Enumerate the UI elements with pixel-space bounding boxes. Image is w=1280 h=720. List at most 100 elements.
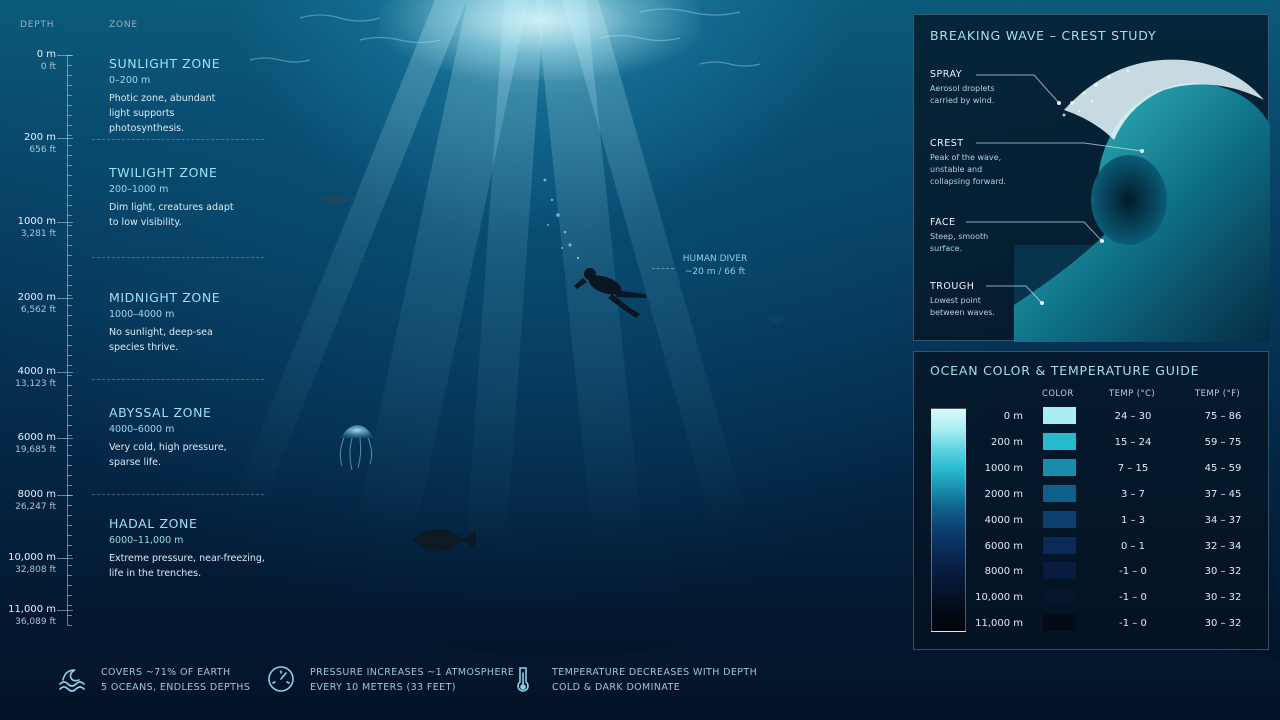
ruler-tick [67, 535, 72, 536]
ruler-tick [67, 215, 72, 216]
color-swatch [1043, 432, 1076, 450]
wave-part-trough: TROUGH Lowest point between waves. [930, 281, 995, 317]
ruler-tick [67, 505, 72, 506]
row-temp-f: 32 – 34 [1204, 540, 1242, 552]
color-swatch [1043, 510, 1076, 528]
diver-label-depth: ~20 m / 66 ft [684, 267, 746, 277]
color-guide-row: 8000 m -1 – 0 30 – 32 [913, 560, 1269, 586]
ruler-tick [67, 435, 72, 436]
ruler-tick [67, 445, 72, 446]
ruler-major-tick [57, 495, 73, 496]
stat-line: TEMPERATURE DECREASES WITH DEPTH [552, 667, 758, 678]
color-guide-row: 1000 m 7 – 15 45 – 59 [913, 457, 1269, 483]
ruler-tick [67, 565, 72, 566]
zone-range: 4000–6000 m [109, 424, 175, 435]
depth-label: 4000 m 13,123 ft [15, 366, 56, 389]
ruler-tick [67, 335, 72, 336]
ruler-major-tick [57, 55, 73, 56]
ruler-tick [67, 455, 72, 456]
row-temp-c: 24 – 30 [1114, 411, 1152, 422]
ruler-tick [67, 275, 72, 276]
depth-label: 2000 m 6,562 ft [17, 292, 56, 315]
zone-description: Very cold, high pressure, sparse life. [109, 442, 227, 468]
ruler-tick [67, 465, 72, 466]
ruler-major-tick [57, 558, 73, 559]
zone-description: Dim light, creatures adapt to low visibi… [109, 202, 234, 228]
ruler-tick [67, 125, 72, 126]
ruler-major-tick [57, 372, 73, 373]
ruler-tick [67, 305, 72, 306]
row-temp-f: 75 – 86 [1204, 411, 1242, 422]
row-temp-f: 34 – 37 [1204, 514, 1242, 526]
row-depth: 10,000 m [975, 592, 1023, 604]
depth-label: 10,000 m 32,808 ft [8, 552, 56, 575]
ruler-tick [67, 555, 72, 556]
row-temp-c: 3 – 7 [1120, 488, 1146, 500]
ruler-tick [67, 225, 72, 226]
ruler-tick [67, 575, 72, 576]
depth-label: 0 m0 ft [36, 49, 56, 72]
zone-title: ABYSSAL ZONE [109, 405, 212, 420]
color-swatch [1043, 614, 1076, 632]
ruler-tick [67, 325, 72, 326]
zone-description: Extreme pressure, near-freezing, life in… [109, 553, 265, 579]
stat-line: COLD & DARK DOMINATE [552, 682, 681, 693]
zone-description: Photic zone, abundant light supports pho… [109, 93, 216, 134]
ruler-tick [67, 235, 72, 236]
ruler-tick [67, 185, 72, 186]
ruler-tick [67, 615, 72, 616]
stat-line: COVERS ~71% OF EARTH [101, 667, 231, 678]
diver-label: HUMAN DIVER ~20 m / 66 ft [650, 253, 780, 279]
ruler-tick [67, 295, 72, 296]
depth-label: 8000 m 26,247 ft [15, 489, 56, 512]
row-depth: 11,000 m [975, 618, 1023, 630]
row-depth: 1000 m [984, 462, 1023, 474]
stat-line: 5 OCEANS, ENDLESS DEPTHS [101, 682, 251, 693]
zone-range: 6000–11,000 m [109, 535, 184, 546]
ruler-tick [67, 155, 72, 156]
color-swatch [1043, 562, 1076, 580]
wave-part-crest: CREST Peak of the wave, unstable and col… [930, 138, 1007, 186]
zone-abyssal: ABYSSAL ZONE 4000–6000 m Very cold, high… [109, 405, 274, 470]
ruler-major-tick [57, 298, 73, 299]
row-temp-c: 0 – 1 [1120, 540, 1146, 552]
ruler-tick [67, 415, 72, 416]
temp-f-column-header: TEMP (°F) [1195, 389, 1241, 399]
ruler-tick [67, 395, 72, 396]
ruler-tick [67, 545, 72, 546]
color-guide-title: OCEAN COLOR & TEMPERATURE GUIDE [930, 363, 1200, 378]
row-temp-f: 30 – 32 [1204, 566, 1242, 578]
ruler-tick [67, 515, 72, 516]
ruler-tick [67, 425, 72, 426]
ruler-tick [67, 105, 72, 106]
ruler-tick [67, 65, 72, 66]
ruler-tick [67, 85, 72, 86]
wave-study-panel: BREAKING WAVE – CREST STUDY SPRAY Aeroso… [913, 14, 1270, 342]
row-temp-f: 59 – 75 [1204, 436, 1242, 448]
zone-description: No sunlight, deep-sea species thrive. [109, 327, 213, 353]
ruler-tick [67, 475, 72, 476]
zone-divider [92, 379, 264, 380]
color-guide-row: 200 m 15 – 24 59 – 75 [913, 431, 1269, 457]
depth-label: 1000 m 3,281 ft [17, 216, 56, 239]
ruler-tick [67, 175, 72, 176]
zone-title: TWILIGHT ZONE [109, 165, 218, 180]
depth-column-header: DEPTH [20, 20, 55, 30]
zone-divider [92, 139, 264, 140]
ruler-tick [67, 195, 72, 196]
wave-icon [59, 669, 85, 692]
color-guide-row: 11,000 m -1 – 0 30 – 32 [913, 612, 1269, 638]
ruler-tick [67, 605, 72, 606]
zone-title: SUNLIGHT ZONE [109, 56, 221, 71]
zone-column-header: ZONE [109, 20, 138, 30]
row-temp-c: -1 – 0 [1119, 618, 1147, 630]
row-temp-c: -1 – 0 [1119, 566, 1147, 578]
ruler-tick [67, 585, 72, 586]
color-swatch [1043, 536, 1076, 554]
ruler-tick [67, 315, 72, 316]
depth-label: 6000 m 19,685 ft [15, 432, 56, 455]
zone-hadal: HADAL ZONE 6000–11,000 m Extreme pressur… [109, 516, 274, 581]
bubbles [543, 178, 580, 260]
surface-ripples [249, 8, 761, 67]
row-depth: 2000 m [984, 488, 1023, 500]
